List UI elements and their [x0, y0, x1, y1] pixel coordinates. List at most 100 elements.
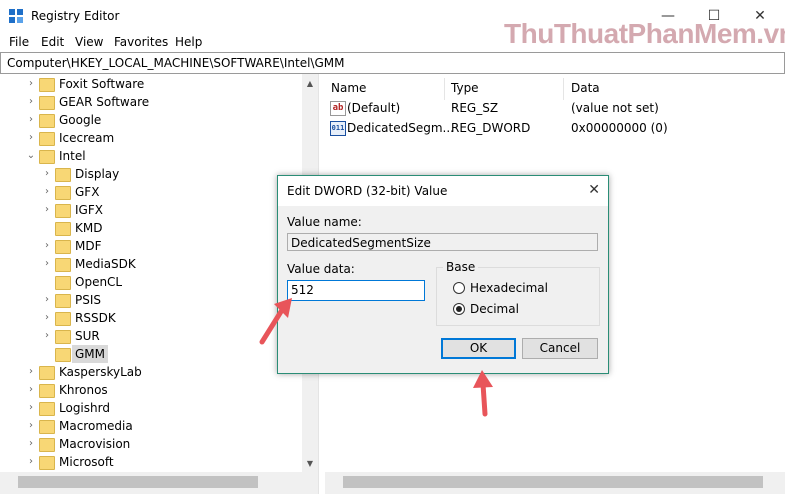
folder-icon	[55, 204, 71, 218]
arrow-to-value-data-icon	[259, 298, 292, 345]
chevron-right-icon[interactable]: ›	[42, 327, 52, 345]
tree-item-igfx[interactable]: › IGFX	[0, 201, 300, 219]
dialog-title-bar: Edit DWORD (32-bit) Value ✕	[278, 176, 608, 206]
column-type[interactable]: Type	[451, 78, 479, 98]
menu-help[interactable]: Help	[175, 35, 202, 49]
menu-view[interactable]: View	[75, 35, 103, 49]
list-item[interactable]: ab (Default) REG_SZ (value not set)	[325, 98, 785, 118]
column-divider[interactable]	[563, 78, 564, 100]
chevron-right-icon[interactable]: ›	[26, 363, 36, 381]
tree-item-foxit-software[interactable]: › Foxit Software	[0, 75, 300, 93]
menu-bar: File Edit View Favorites Help	[0, 32, 785, 52]
chevron-right-icon[interactable]: ›	[42, 165, 52, 183]
tree-item-khronos[interactable]: › Khronos	[0, 381, 300, 399]
list-item[interactable]: 011 DedicatedSegm... REG_DWORD 0x0000000…	[325, 118, 785, 138]
list-hscroll-thumb[interactable]	[343, 476, 763, 488]
tree-item-label: PSIS	[75, 293, 102, 307]
column-name[interactable]: Name	[331, 78, 366, 98]
dialog-title: Edit DWORD (32-bit) Value	[287, 184, 448, 198]
title-bar: Registry Editor ThuThuatPhanMem.vn — ☐ ✕	[0, 0, 785, 49]
chevron-right-icon[interactable]: ›	[26, 399, 36, 417]
menu-file[interactable]: File	[9, 35, 29, 49]
folder-icon	[55, 276, 71, 290]
close-button[interactable]: ✕	[745, 6, 775, 26]
scroll-up-icon[interactable]: ▲	[302, 76, 318, 92]
column-divider[interactable]	[444, 78, 445, 100]
tree-item-macrovision[interactable]: › Macrovision	[0, 435, 300, 453]
tree-item-mediasdk[interactable]: › MediaSDK	[0, 255, 300, 273]
chevron-right-icon[interactable]: ›	[26, 435, 36, 453]
scroll-down-icon[interactable]: ▼	[302, 456, 318, 472]
chevron-right-icon[interactable]: ›	[42, 237, 52, 255]
value-data-input[interactable]: 512	[287, 280, 425, 301]
tree-item-mdf[interactable]: › MDF	[0, 237, 300, 255]
chevron-right-icon[interactable]: ›	[26, 93, 36, 111]
tree-item-gfx[interactable]: › GFX	[0, 183, 300, 201]
tree-item-intel[interactable]: ⌄ Intel	[0, 147, 300, 165]
tree-item-label: MediaSDK	[75, 257, 136, 271]
folder-icon	[55, 222, 71, 236]
base-group: Base Hexadecimal Decimal	[436, 260, 600, 326]
chevron-right-icon[interactable]: ›	[42, 201, 52, 219]
hexadecimal-label[interactable]: Hexadecimal	[470, 281, 548, 295]
column-data[interactable]: Data	[571, 78, 600, 98]
tree-item-label: Macromedia	[59, 419, 133, 433]
address-bar[interactable]: Computer\HKEY_LOCAL_MACHINE\SOFTWARE\Int…	[0, 52, 785, 74]
ok-button[interactable]: OK	[441, 338, 516, 359]
value-type: REG_DWORD	[451, 121, 531, 135]
tree-item-kmd[interactable]: KMD	[0, 219, 300, 237]
tree-item-logishrd[interactable]: › Logishrd	[0, 399, 300, 417]
value-name: (Default)	[347, 101, 401, 115]
chevron-right-icon[interactable]: ›	[26, 453, 36, 471]
tree-item-gear-software[interactable]: › GEAR Software	[0, 93, 300, 111]
chevron-down-icon[interactable]: ⌄	[26, 147, 36, 165]
decimal-label[interactable]: Decimal	[470, 302, 519, 316]
decimal-radio[interactable]	[453, 303, 465, 315]
tree-horizontal-scrollbar[interactable]	[0, 472, 318, 494]
chevron-right-icon[interactable]: ›	[26, 381, 36, 399]
tree-hscroll-thumb[interactable]	[18, 476, 258, 488]
tree-item-label: GFX	[75, 185, 100, 199]
tree-item-macromedia[interactable]: › Macromedia	[0, 417, 300, 435]
value-name-label: Value name:	[287, 215, 362, 229]
tree-item-label: Icecream	[59, 131, 115, 145]
folder-icon	[55, 258, 71, 272]
chevron-right-icon[interactable]: ›	[42, 255, 52, 273]
tree-item-display[interactable]: › Display	[0, 165, 300, 183]
tree-item-label: Intel	[59, 149, 86, 163]
tree-item-label: KasperskyLab	[59, 365, 142, 379]
chevron-right-icon[interactable]: ›	[42, 183, 52, 201]
tree-item-opencl[interactable]: OpenCL	[0, 273, 300, 291]
hexadecimal-radio[interactable]	[453, 282, 465, 294]
tree-item-label: MDF	[75, 239, 102, 253]
tree-item-google[interactable]: › Google	[0, 111, 300, 129]
cancel-button[interactable]: Cancel	[522, 338, 598, 359]
value-data: (value not set)	[571, 101, 659, 115]
chevron-right-icon[interactable]: ›	[26, 129, 36, 147]
edit-dword-dialog: Edit DWORD (32-bit) Value ✕ Value name: …	[277, 175, 609, 374]
tree-item-label: IGFX	[75, 203, 103, 217]
chevron-right-icon[interactable]: ›	[26, 111, 36, 129]
folder-icon	[55, 330, 71, 344]
folder-icon	[55, 240, 71, 254]
folder-icon	[39, 456, 55, 470]
folder-icon	[55, 168, 71, 182]
chevron-right-icon[interactable]: ›	[26, 75, 36, 93]
folder-icon	[39, 96, 55, 110]
tree-item-label: SUR	[75, 329, 100, 343]
folder-icon	[39, 402, 55, 416]
dialog-close-icon[interactable]: ✕	[588, 182, 600, 198]
chevron-right-icon[interactable]: ›	[42, 291, 52, 309]
value-type: REG_SZ	[451, 101, 499, 115]
chevron-right-icon[interactable]: ›	[26, 417, 36, 435]
chevron-right-icon[interactable]: ›	[42, 309, 52, 327]
tree-item-label: Khronos	[59, 383, 108, 397]
tree-item-microsoft[interactable]: › Microsoft	[0, 453, 300, 471]
tree-item-kasperskylab[interactable]: › KasperskyLab	[0, 363, 300, 381]
menu-edit[interactable]: Edit	[41, 35, 64, 49]
menu-favorites[interactable]: Favorites	[114, 35, 168, 49]
minimize-button[interactable]: —	[653, 6, 683, 26]
list-horizontal-scrollbar[interactable]	[325, 472, 785, 494]
maximize-button[interactable]: ☐	[699, 6, 729, 26]
tree-item-icecream[interactable]: › Icecream	[0, 129, 300, 147]
